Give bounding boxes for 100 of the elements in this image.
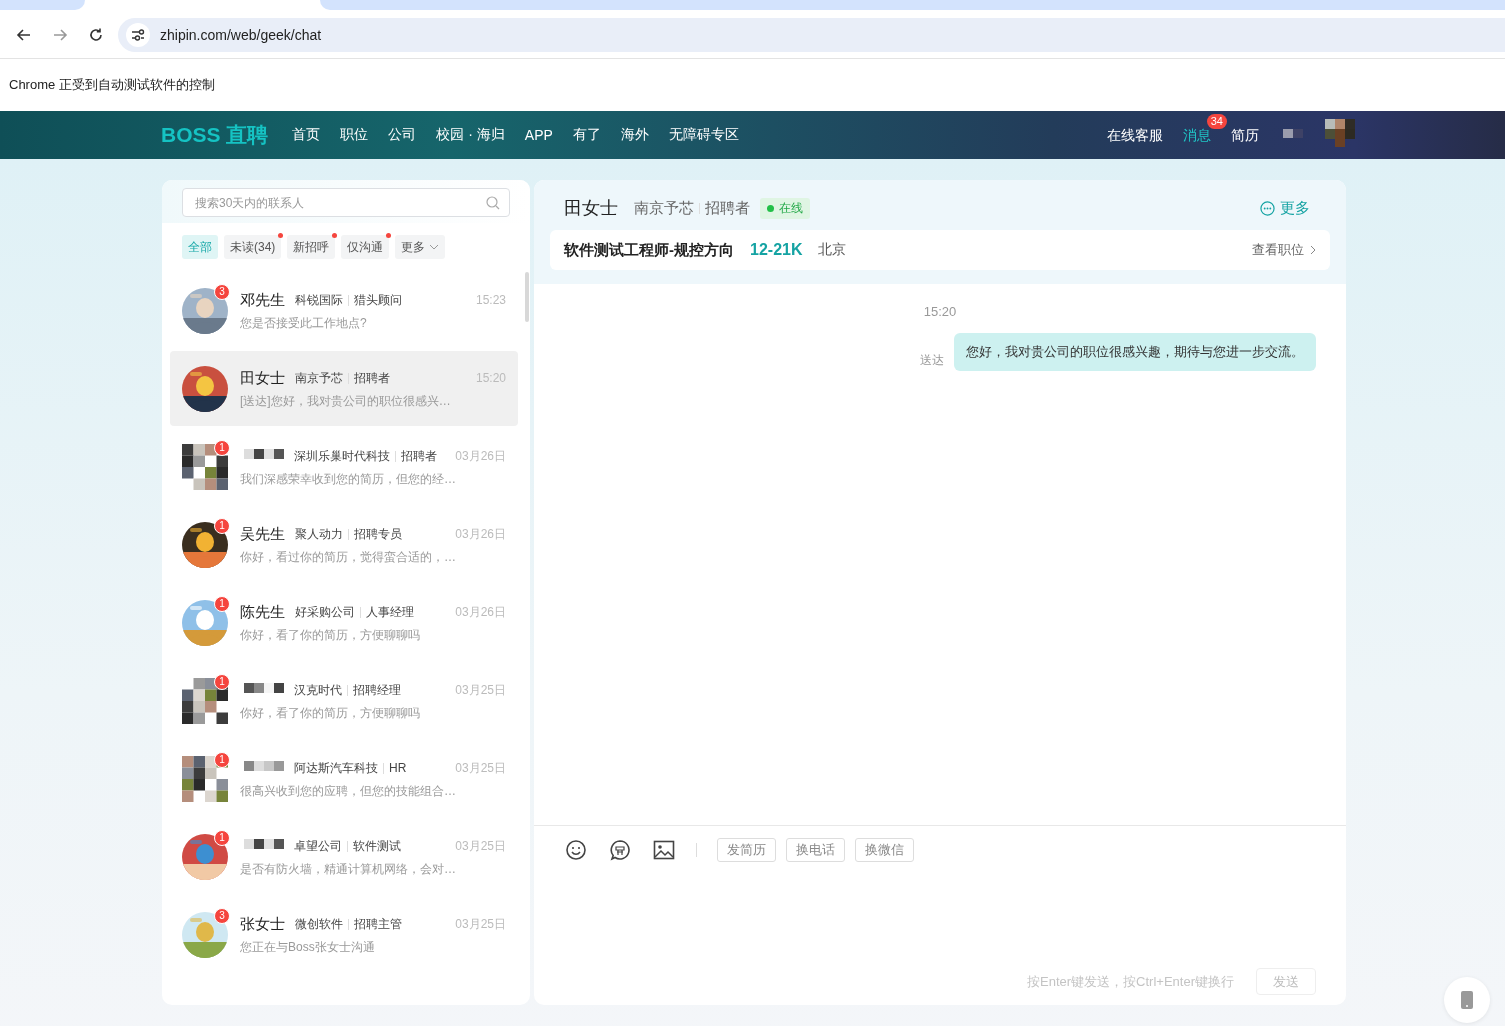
message-preview: 您是否接受此工作地点? [240, 315, 368, 332]
input-hint: 按Enter键发送，按Ctrl+Enter键换行 [1027, 972, 1234, 991]
action-button[interactable]: 换电话 [786, 838, 845, 862]
company-name: 卓望公司 [294, 837, 342, 855]
nav-link[interactable]: 公司 [378, 126, 427, 144]
job-title: 软件测试工程师-规控方向 [564, 240, 734, 260]
contact-item[interactable]: 3 张女士 微创软件 招聘主管 03月25日 您正在与Boss张女士沟通 [170, 897, 518, 972]
view-job-link[interactable]: 查看职位 [1252, 241, 1316, 259]
recruiter-role: 招聘者 [705, 198, 750, 218]
company-name: 汉克时代 [294, 681, 342, 699]
chevron-down-icon [429, 244, 440, 250]
message-preview: [送达]您好，我对贵公司的职位很感兴… [240, 393, 452, 410]
contact-role: 招聘者 [354, 369, 390, 387]
count-badge: 34 [1206, 113, 1227, 129]
company-name: 南京予芯 [634, 198, 694, 218]
image-icon[interactable] [652, 838, 676, 862]
unread-badge: 1 [214, 829, 230, 846]
message-time: 15:20 [923, 304, 957, 319]
contact-role: 猎头顾问 [354, 291, 402, 309]
search-field[interactable]: 搜索30天内的联系人 [182, 188, 510, 217]
filter-tab[interactable]: 仅沟通 [341, 235, 390, 259]
masked-name-icon [244, 683, 284, 695]
contact-role: 招聘经理 [353, 681, 401, 699]
message-time: 03月26日 [455, 603, 506, 621]
message-bubble: 您好，我对贵公司的职位很感兴趣，期待与您进一步交流。 [954, 333, 1316, 371]
delivery-status: 送达 [920, 352, 944, 369]
message-time: 03月25日 [455, 837, 506, 855]
contact-role: HR [389, 761, 407, 775]
contact-item[interactable]: 1 深圳乐巢时代科技 招聘者 03月26日 我们深感荣幸收到您的简历，但您的经… [170, 429, 518, 504]
chevron-right-icon [1310, 245, 1316, 255]
message-time: 03月25日 [455, 759, 506, 777]
message-time: 03月25日 [455, 915, 506, 933]
message-preview: 是否有防火墙，精通计算机网络，会对… [240, 861, 457, 878]
message-time: 15:23 [475, 293, 506, 307]
contact-item[interactable]: 1 吴先生 聚人动力 招聘专员 03月26日 你好，看过你的简历，觉得蛮合适的，… [170, 507, 518, 582]
message-preview: 我们深感荣幸收到您的简历，但您的经… [240, 471, 457, 488]
site-logo[interactable]: BOSS 直聘 [161, 121, 269, 149]
action-button[interactable]: 发简历 [717, 838, 776, 862]
company-name: 科锐国际 [295, 291, 343, 309]
message-preview: 您正在与Boss张女士沟通 [240, 939, 376, 956]
contact-item[interactable]: 1 陈先生 好采购公司 人事经理 03月26日 你好，看了你的简历，方便聊聊吗 [170, 585, 518, 660]
more-icon [1260, 200, 1275, 216]
contact-role: 软件测试 [353, 837, 401, 855]
unread-badge: 1 [214, 673, 230, 690]
contact-name: 田女士 [240, 368, 285, 388]
job-city: 北京 [818, 241, 847, 259]
salary: 12-21K [750, 241, 803, 259]
unread-badge: 1 [214, 517, 230, 534]
masked-name-icon [244, 761, 284, 773]
nav-link[interactable]: 首页 [282, 126, 331, 144]
message-time: 03月26日 [455, 525, 506, 543]
address-bar[interactable]: zhipin.com/web/geek/chat [118, 18, 1505, 52]
nav-link[interactable]: 无障碍专区 [658, 126, 749, 144]
filter-tab[interactable]: 新招呼 [287, 235, 336, 259]
phone-icon[interactable] [1444, 977, 1490, 1023]
contact-name: 邓先生 [240, 290, 285, 310]
contact-name: 陈先生 [240, 602, 285, 622]
quick-reply-icon[interactable] [608, 838, 632, 862]
nav-link[interactable]: 简历 [1221, 126, 1269, 145]
message-preview: 很高兴收到您的应聘，但您的技能组合… [240, 783, 457, 800]
nav-link[interactable]: 在线客服 [1097, 126, 1173, 145]
contact-item[interactable]: 1 卓望公司 软件测试 03月25日 是否有防火墙，精通计算机网络，会对… [170, 819, 518, 894]
contact-item[interactable]: 1 汉克时代 招聘经理 03月25日 你好，看了你的简历，方便聊聊吗 [170, 663, 518, 738]
masked-name-icon [244, 449, 284, 461]
unread-badge: 1 [214, 595, 230, 612]
action-button[interactable]: 换微信 [855, 838, 914, 862]
online-status: 在线 [760, 197, 810, 219]
message-time: 03月26日 [455, 447, 506, 465]
message-preview: 你好，看过你的简历，觉得蛮合适的，… [240, 549, 457, 566]
nav-link[interactable]: 海外 [610, 126, 659, 144]
recruiter-name: 田女士 [564, 197, 618, 220]
emoji-icon[interactable] [564, 838, 588, 862]
contact-role: 招聘专员 [354, 525, 402, 543]
nav-link[interactable]: 校园 · 海归 [426, 126, 515, 144]
user-avatar-icon[interactable] [1283, 119, 1355, 147]
company-name: 微创软件 [295, 915, 343, 933]
company-name: 南京予芯 [295, 369, 343, 387]
contact-name: 吴先生 [240, 524, 285, 544]
message-preview: 你好，看了你的简历，方便聊聊吗 [240, 705, 421, 722]
message-preview: 你好，看了你的简历，方便聊聊吗 [240, 627, 421, 644]
company-name: 聚人动力 [295, 525, 343, 543]
contact-role: 人事经理 [366, 603, 414, 621]
contact-item[interactable]: 1 阿达斯汽车科技 HR 03月25日 很高兴收到您的应聘，但您的技能组合… [170, 741, 518, 816]
nav-link[interactable]: 职位 [330, 126, 379, 144]
filter-tab[interactable]: 更多 [395, 235, 446, 259]
unread-badge: 3 [214, 283, 230, 300]
unread-badge: 1 [214, 751, 230, 768]
nav-link[interactable]: APP [514, 127, 563, 143]
masked-name-icon [244, 839, 284, 851]
site-settings-icon[interactable] [126, 23, 150, 47]
unread-badge: 3 [214, 907, 230, 924]
company-name: 阿达斯汽车科技 [294, 759, 378, 777]
automation-infobar-text: Chrome 正受到自动测试软件的控制 [9, 76, 215, 94]
company-name: 深圳乐巢时代科技 [294, 447, 390, 465]
contact-item[interactable]: 3 邓先生 科锐国际 猎头顾问 15:23 您是否接受此工作地点? [170, 273, 518, 348]
filter-tab[interactable]: 未读(34) [224, 235, 282, 259]
contact-role: 招聘者 [401, 447, 437, 465]
nav-link[interactable]: 消息 [1173, 126, 1221, 145]
message-time: 03月25日 [455, 681, 506, 699]
nav-link[interactable]: 有了 [562, 126, 611, 144]
